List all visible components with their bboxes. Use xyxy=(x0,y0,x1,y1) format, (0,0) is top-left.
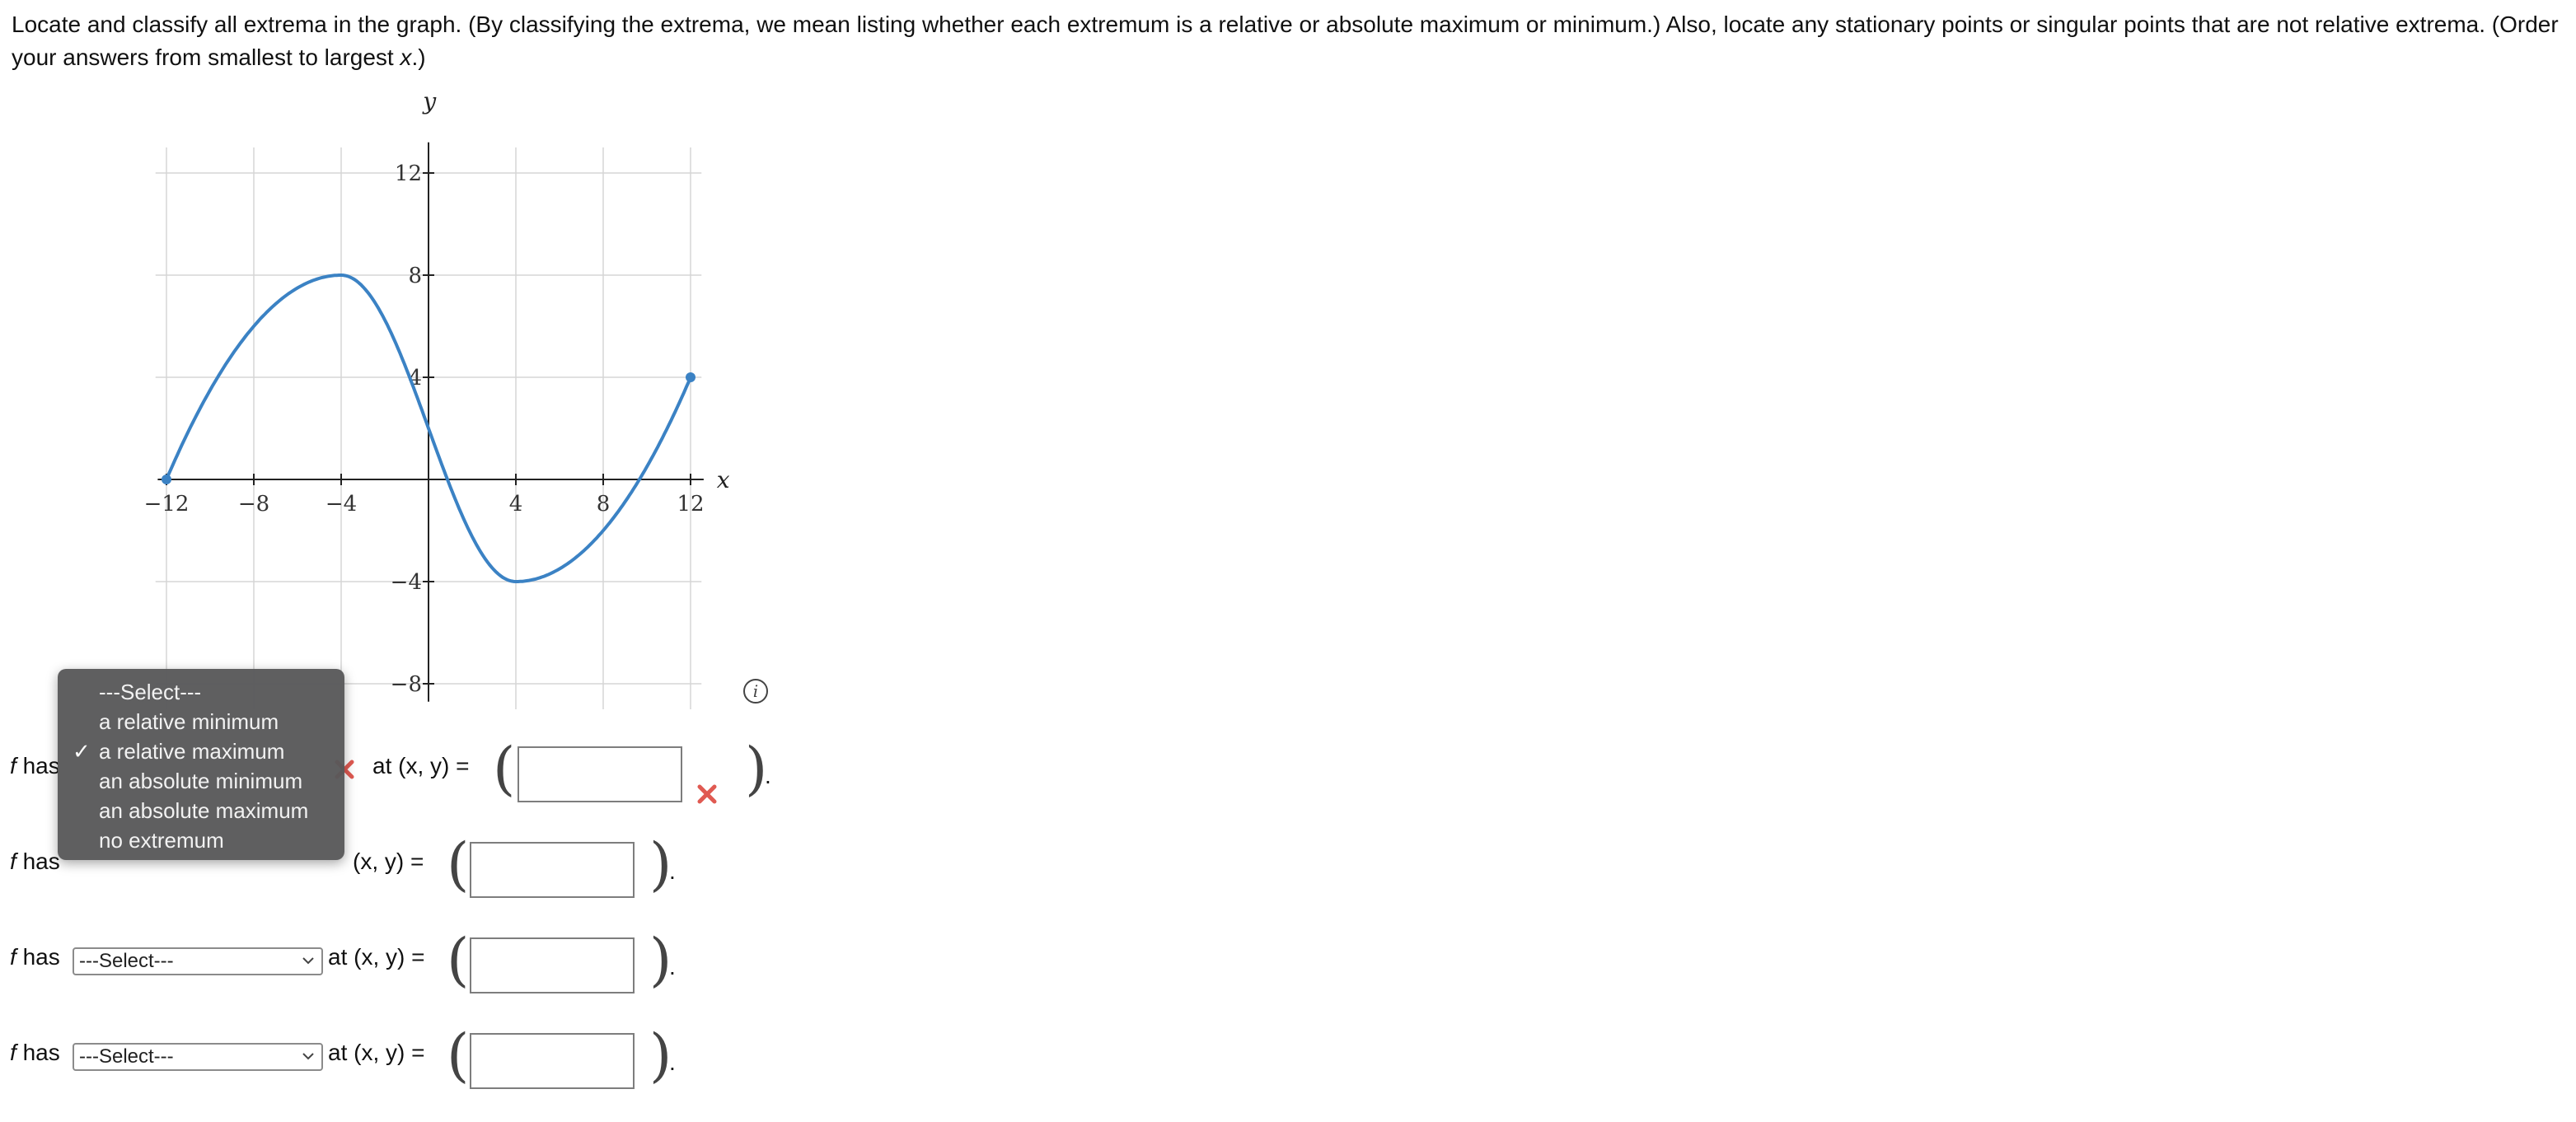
info-icon[interactable]: i xyxy=(742,677,770,705)
endpoint-right xyxy=(686,372,696,382)
endpoint-left xyxy=(162,475,171,484)
x-tick-label: 12 xyxy=(677,492,704,517)
answer-row-3: f has ---Select--- at (x, y) = ( ) . xyxy=(10,926,676,993)
chevron-down-icon xyxy=(302,957,314,965)
y-tick-label: 8 xyxy=(408,264,422,288)
answer-input-4[interactable] xyxy=(470,1033,635,1089)
x-tick-label: 8 xyxy=(597,492,611,517)
tick-labels: −12 −8 −4 4 8 121284−4−8 xyxy=(144,161,705,697)
extremum-select-4[interactable]: ---Select--- xyxy=(73,1043,323,1071)
x-axis-label: x xyxy=(717,466,730,493)
x-tick-label: −8 xyxy=(238,492,269,517)
chevron-down-icon xyxy=(302,1053,314,1060)
at-label: at (x, y) = xyxy=(328,944,425,970)
incorrect-icon xyxy=(697,784,717,804)
y-tick-label: −8 xyxy=(391,672,422,697)
checkmark-icon: ✓ xyxy=(73,739,91,764)
x-tick-label: −4 xyxy=(326,492,357,517)
at-label: (x, y) = xyxy=(353,849,424,874)
answer-row-4: f has ---Select--- at (x, y) = ( ) . xyxy=(10,1021,676,1089)
axes xyxy=(157,142,704,702)
function-graph: −12 −8 −4 4 8 121284−4−8 x y xyxy=(144,88,730,709)
extremum-select-3[interactable]: ---Select--- xyxy=(73,947,323,975)
svg-text:i: i xyxy=(753,681,758,701)
f-label: f xyxy=(10,753,16,778)
at-label: at (x, y) = xyxy=(372,753,470,778)
at-label: at (x, y) = xyxy=(328,1040,425,1065)
answer-input-3[interactable] xyxy=(470,937,635,993)
y-tick-label: 12 xyxy=(395,161,422,186)
question-text: Locate and classify all extrema in the g… xyxy=(12,12,2559,70)
answer-input-1[interactable] xyxy=(518,746,682,802)
y-axis-label: y xyxy=(421,88,437,115)
y-tick-label: −4 xyxy=(391,570,422,595)
extremum-dropdown-menu: ---Select--- a relative minimum ✓ a rela… xyxy=(58,669,344,860)
x-tick-label: 4 xyxy=(509,492,523,517)
dropdown-option-no-extremum[interactable]: no extremum xyxy=(99,822,224,858)
x-tick-label: −12 xyxy=(144,492,190,517)
answer-input-2[interactable] xyxy=(470,842,635,898)
